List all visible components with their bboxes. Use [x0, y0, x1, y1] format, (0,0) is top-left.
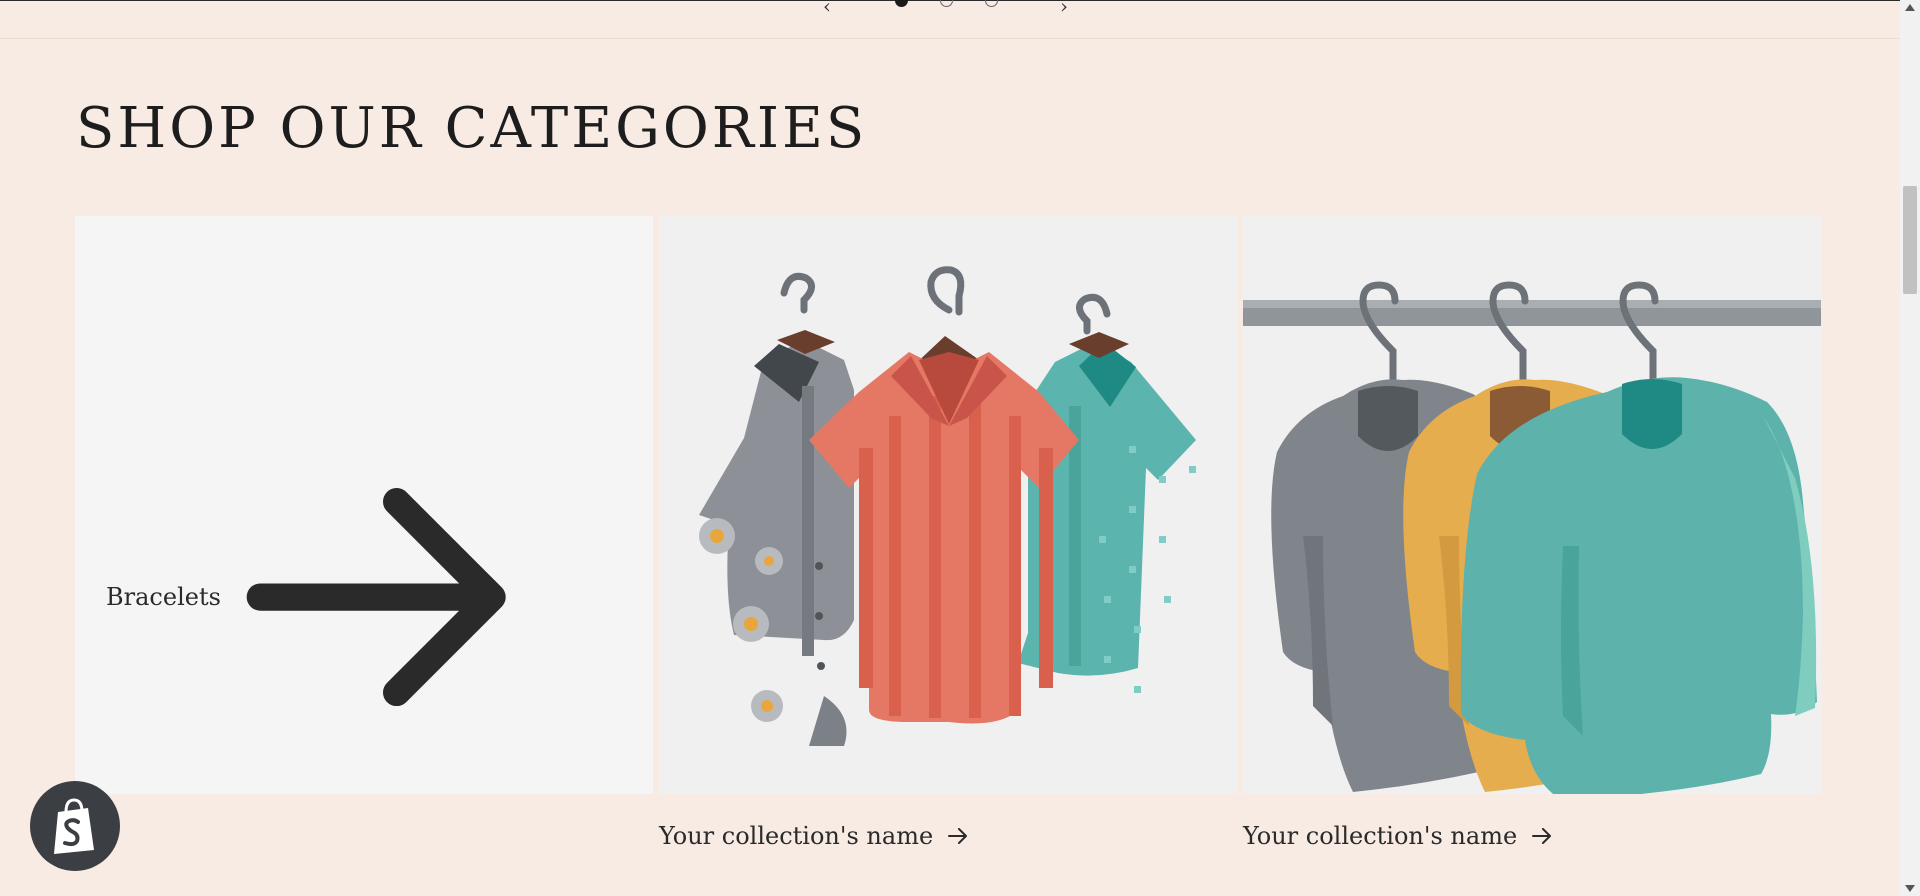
collection-label: Your collection's name [1243, 822, 1518, 850]
collection-card-2[interactable] [659, 216, 1237, 794]
collection-label: Your collection's name [659, 822, 934, 850]
section-title: SHOP OUR CATEGORIES [76, 96, 868, 161]
arrow-right-icon [948, 828, 968, 844]
arrow-right-icon [246, 488, 506, 707]
slide-dot-3[interactable] [985, 0, 998, 7]
slide-prev-arrow-icon[interactable]: ‹ [823, 0, 831, 16]
collection-link-bracelets[interactable]: Bracelets [106, 488, 533, 707]
slide-dot-2[interactable] [940, 0, 953, 7]
collection-link-3[interactable]: Your collection's name [1243, 822, 1553, 850]
slideshow-controls: ‹ › [0, 0, 1900, 16]
slide-dot-1[interactable] [895, 0, 908, 7]
section-divider [0, 38, 1900, 39]
shopify-badge-button[interactable] [30, 781, 120, 871]
collection-link-2[interactable]: Your collection's name [659, 822, 969, 850]
sweaters-on-rack-image [1243, 281, 1821, 794]
shopify-bag-icon [54, 798, 94, 854]
slide-next-arrow-icon[interactable]: › [1060, 0, 1068, 16]
collection-card-bracelets[interactable]: Bracelets [75, 216, 653, 794]
scroll-down-arrow-icon[interactable] [1905, 885, 1915, 892]
collection-card-3[interactable] [1243, 216, 1821, 794]
arrow-right-icon [1532, 828, 1552, 844]
scroll-up-arrow-icon[interactable] [1905, 4, 1915, 11]
shirts-on-hangers-image [699, 266, 1196, 746]
scroll-thumb[interactable] [1903, 186, 1917, 294]
page-scrollbar[interactable] [1900, 0, 1920, 896]
collection-label: Bracelets [106, 583, 221, 612]
